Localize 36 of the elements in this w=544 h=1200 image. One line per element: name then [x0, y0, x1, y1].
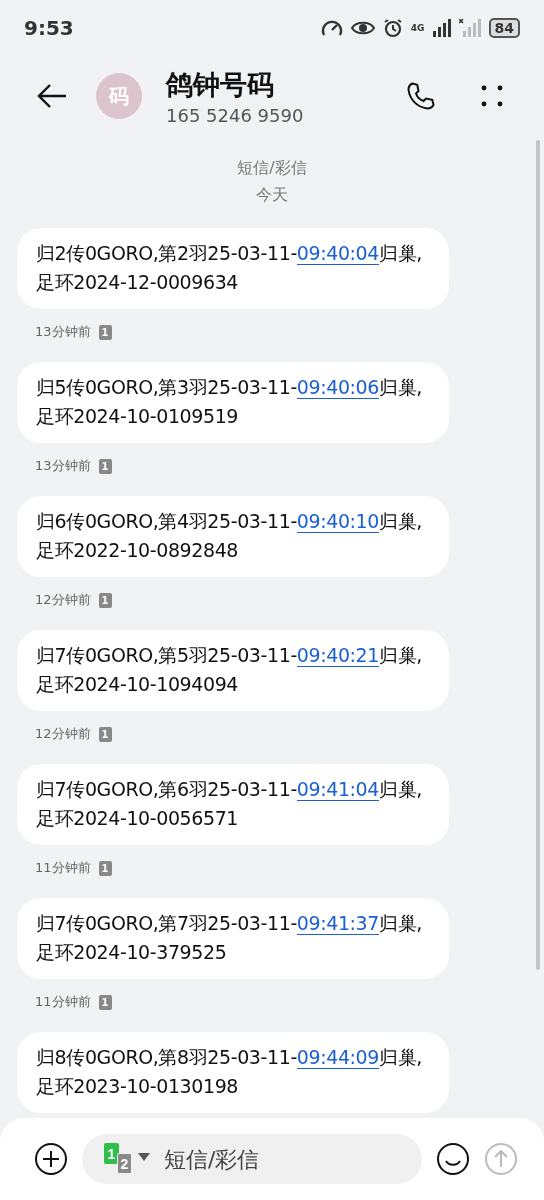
message-time: 12分钟前 [35, 591, 91, 609]
sim-badge: 1 [98, 592, 112, 608]
battery-level: 84 [488, 18, 520, 38]
phone-number: 165 5246 9590 [166, 104, 305, 126]
date-label: 今天 [256, 185, 288, 206]
message-field[interactable]: 1 2 短信/彩信 [82, 1134, 422, 1184]
message-bubble: 归7传0GORO,第7羽25-03-11-09:41:37归巢,足环2024-10-379525 [17, 898, 449, 979]
message-bubble: 归7传0GORO,第5羽25-03-11-09:40:21归巢,足环2024-10-1094094 [17, 630, 449, 711]
message-bubble: 归7传0GORO,第6羽25-03-11-09:41:04归巢,足环2024-10-0056571 [17, 764, 449, 845]
message-bubble: 归6传0GORO,第4羽25-03-11-09:40:10归巢,足环2022-10-0892848 [17, 496, 449, 577]
message-bubble: 归2传0GORO,第2羽25-03-11-09:40:04归巢,足环2024-12-0009634 [17, 228, 449, 309]
contact-name: 鸽钟号码 [166, 67, 275, 102]
time-link[interactable]: 09:40:10 [296, 510, 379, 533]
message-time: 12分钟前 [35, 725, 91, 743]
message-bubble: 归8传0GORO,第8羽25-03-11-09:44:09归巢,足环2023-10-0130198 [17, 1032, 449, 1113]
message-time: 11分钟前 [35, 859, 91, 877]
thread-type-label: 短信/彩信 [237, 158, 307, 179]
message-bubble: 归5传0GORO,第3羽25-03-11-09:40:06归巢,足环2024-10-0109519 [17, 362, 449, 443]
time-link[interactable]: 09:40:06 [296, 376, 379, 399]
sim-badge: 1 [98, 324, 112, 340]
sim-switch-button[interactable]: 1 2 [104, 1143, 152, 1175]
time-link[interactable]: 09:40:04 [296, 242, 379, 265]
status-time: 9:53 [24, 16, 74, 40]
contact-avatar: 码 [96, 73, 142, 119]
sim-badge: 1 [98, 860, 112, 876]
network-type: 4G [410, 23, 425, 33]
time-link[interactable]: 09:44:09 [296, 1046, 379, 1069]
sim-badge: 1 [98, 458, 112, 474]
time-link[interactable]: 09:41:37 [296, 912, 379, 935]
message-time: 13分钟前 [35, 457, 91, 475]
sim-badge: 1 [98, 726, 112, 742]
time-link[interactable]: 09:41:04 [296, 778, 379, 801]
message-time: 11分钟前 [35, 993, 91, 1011]
time-link[interactable]: 09:40:21 [296, 644, 379, 667]
message-time: 13分钟前 [35, 323, 91, 341]
sim-badge: 1 [98, 994, 112, 1010]
